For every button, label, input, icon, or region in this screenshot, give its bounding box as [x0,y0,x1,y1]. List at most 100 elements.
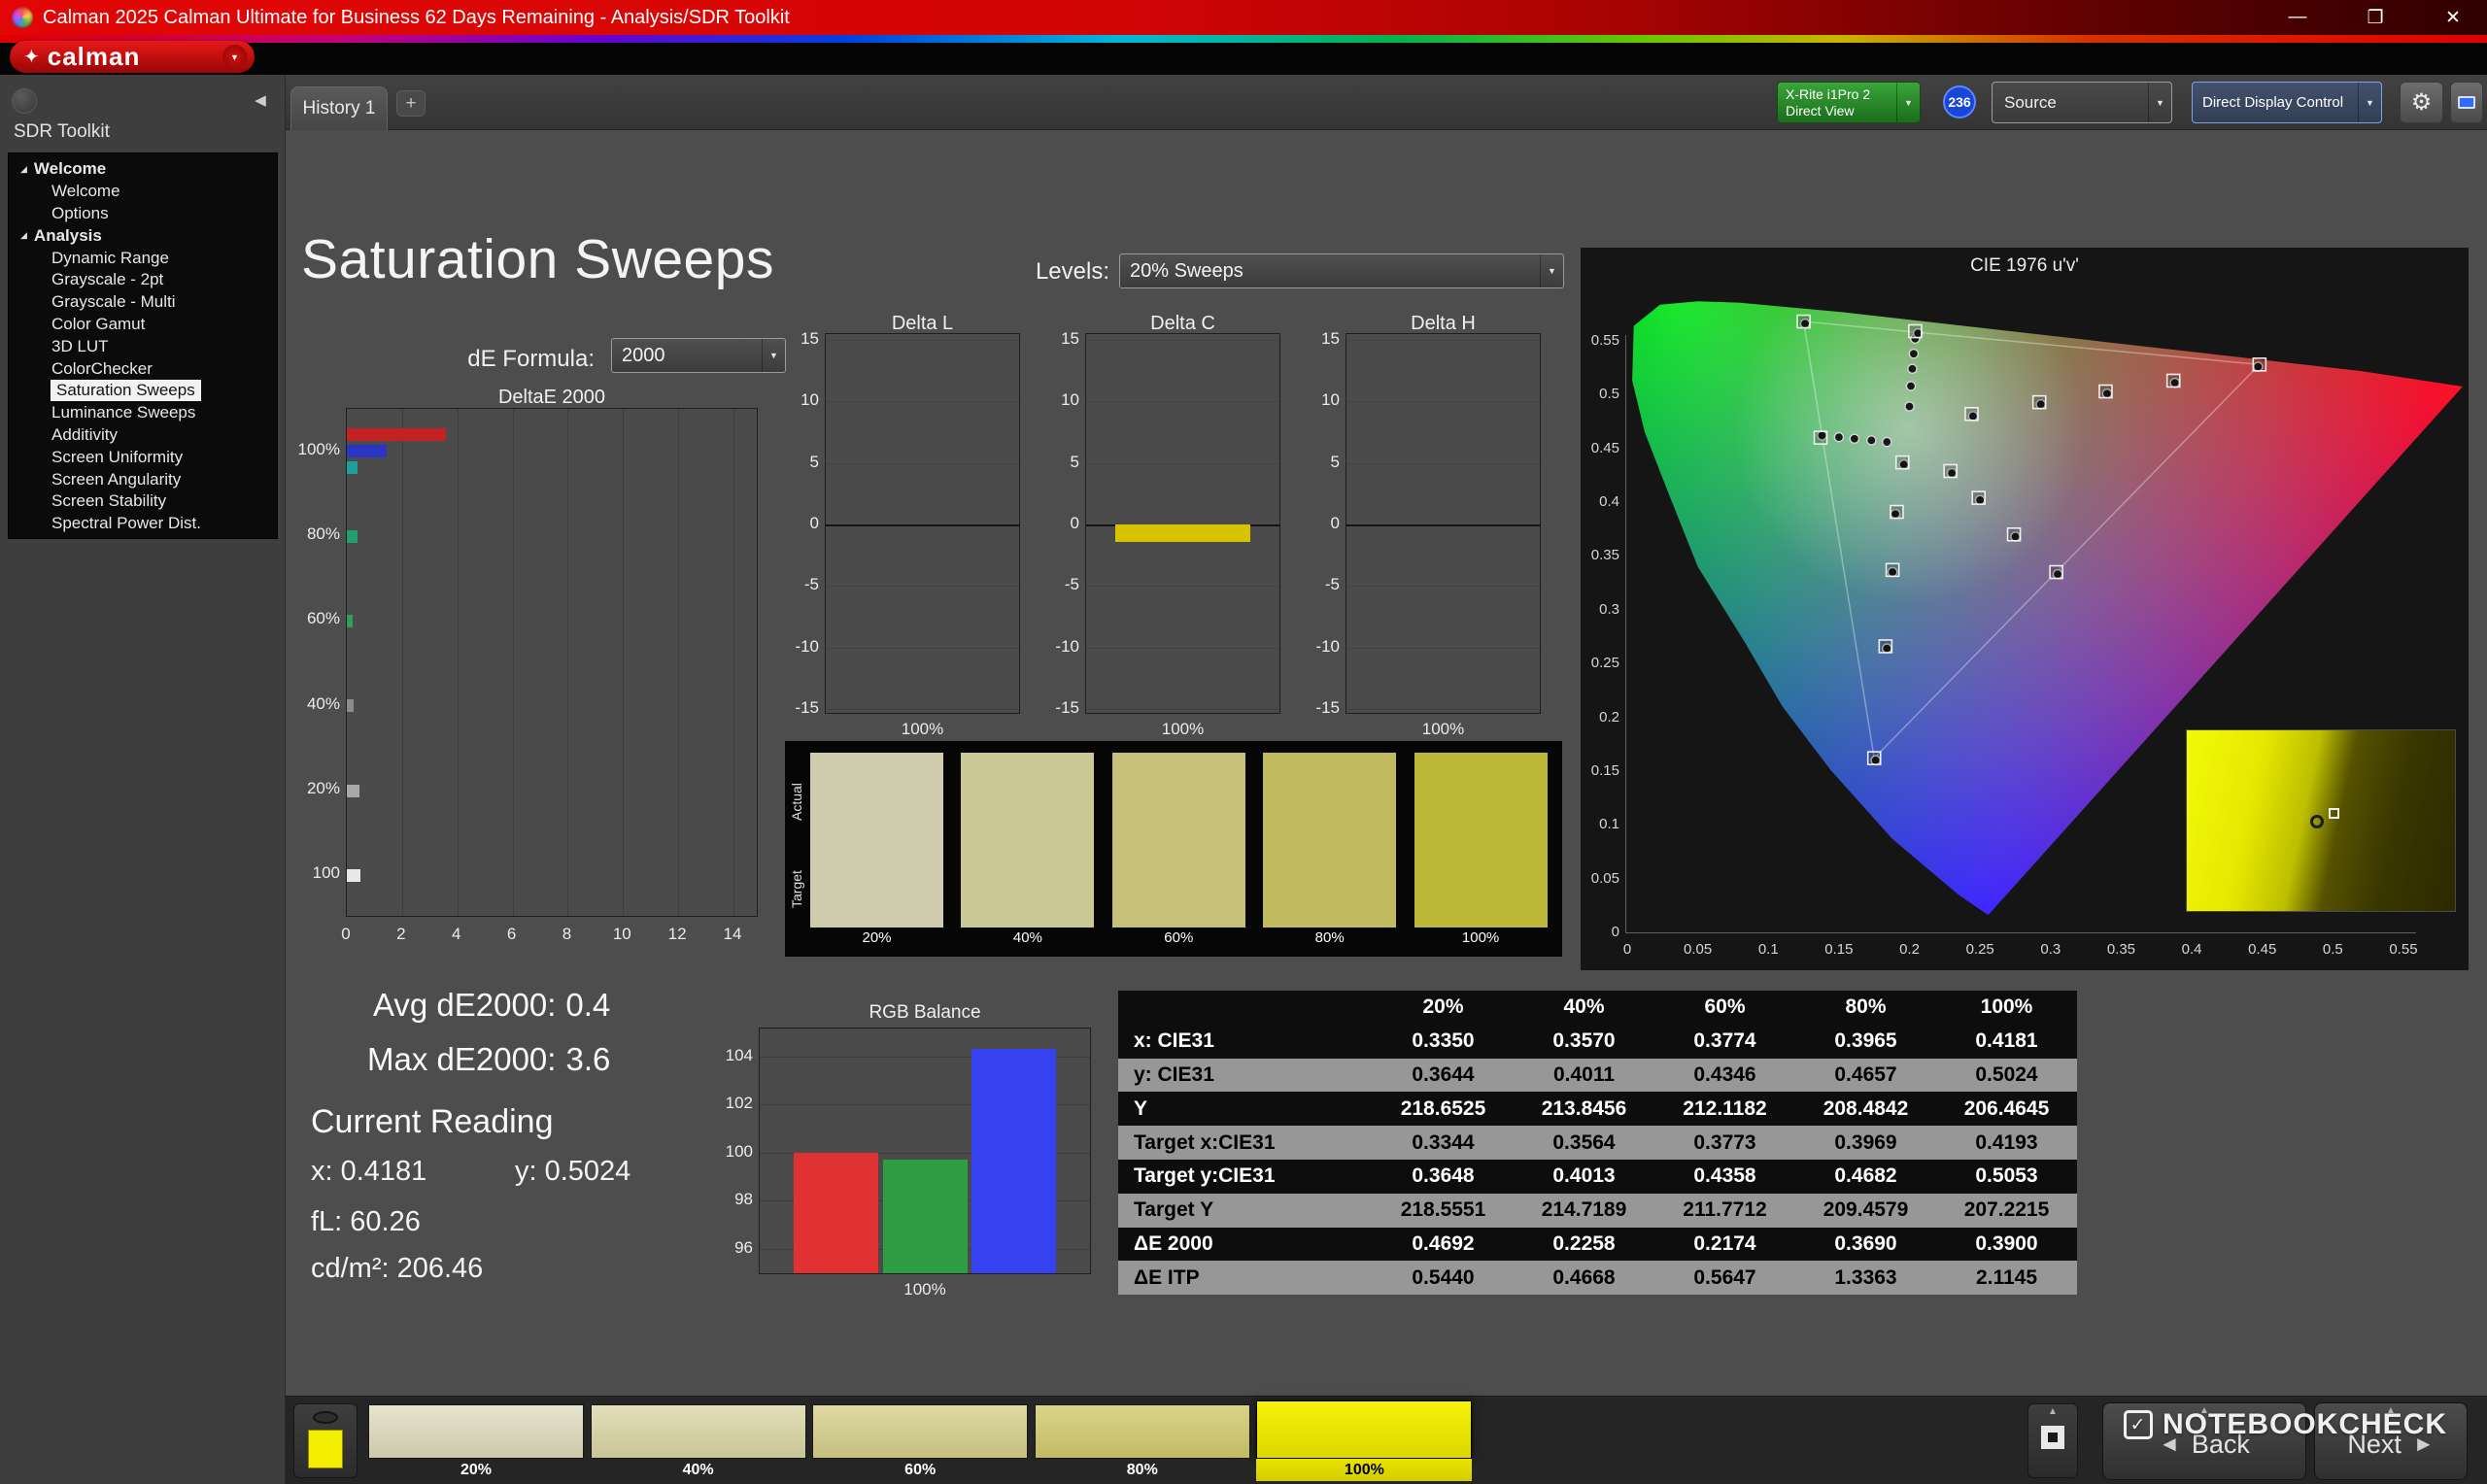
sidebar-item-grayscale-multi[interactable]: Grayscale - Multi [9,291,277,314]
y-tick-label: 80% [306,524,340,543]
delta-c-title: Delta C [1150,313,1215,334]
source-dropdown[interactable]: Source ▼ [1992,82,2172,123]
table-cell: 212.1182 [1654,1092,1795,1127]
calman-logo[interactable]: ✦ calman ▼ [10,41,255,73]
pattern-tile-swatch [1034,1404,1250,1459]
page-title: Saturation Sweeps [301,228,774,290]
minimize-button[interactable]: — [2277,7,2318,28]
table-cell: 206.4645 [1936,1092,2077,1127]
y-tick-label: 15 [801,328,819,348]
current-pattern-button[interactable] [293,1403,358,1478]
sidebar-item-welcome[interactable]: Welcome [9,181,277,203]
sidebar-item-label: Spectral Power Dist. [51,514,201,533]
sidebar-item-luminance-sweeps[interactable]: Luminance Sweeps [9,402,277,424]
de-formula-dropdown[interactable]: 2000 ▼ [611,338,786,373]
pattern-window-button[interactable]: ▲ [2027,1403,2078,1478]
sidebar-item-label: Screen Angularity [51,469,182,489]
sidebar-item-screen-stability[interactable]: Screen Stability [9,490,277,513]
pattern-tile-80%[interactable]: 80% [1034,1404,1250,1481]
monitor-icon [2458,96,2475,109]
sidebar-item-label: ColorChecker [51,358,153,378]
y-tick-label: 100 [725,1141,753,1161]
pattern-tile-40%[interactable]: 40% [590,1404,806,1481]
watermark-check-icon: ✓ [2124,1410,2153,1439]
cie-measurement-point [1908,348,1920,359]
chevron-down-icon[interactable]: ▼ [2358,83,2381,122]
delta-l-title: Delta L [891,313,954,334]
chevron-down-icon[interactable]: ▼ [1540,254,1563,287]
logo-menu-button[interactable]: ▼ [222,45,247,69]
gear-icon: ⚙ [2410,89,2433,116]
sidebar-item-color-gamut[interactable]: Color Gamut [9,314,277,336]
cie-target-marker [2098,384,2113,399]
sidebar-item-grayscale-2pt[interactable]: Grayscale - 2pt [9,269,277,291]
sidebar-item-screen-angularity[interactable]: Screen Angularity [9,468,277,490]
meter-dropdown[interactable]: X-Rite i1Pro 2 Direct View ▼ [1777,82,1921,123]
pattern-tile-20%[interactable]: 20% [368,1404,584,1481]
sidebar-item-spectral-power-dist[interactable]: Spectral Power Dist. [9,513,277,535]
sidebar-item-colorchecker[interactable]: ColorChecker [9,357,277,380]
max-de-label: Max dE2000: [367,1041,557,1077]
bar [1114,524,1251,542]
chevron-down-icon[interactable]: ▼ [2148,83,2171,122]
table-cell: 218.6525 [1373,1092,1514,1127]
settings-button[interactable]: ⚙ [2400,82,2443,123]
meter-label: X-Rite i1Pro 2 Direct View [1778,83,1896,122]
maximize-button[interactable]: ❐ [2355,7,2396,29]
sidebar-collapse-button[interactable]: ◀ [245,86,276,116]
saturation-swatch [961,753,1095,928]
x-tick-label: 14 [723,925,742,943]
table-cell: 0.3773 [1654,1126,1795,1160]
table-cell: 0.3690 [1795,1227,1936,1262]
y-tick-label: -10 [1315,636,1340,656]
pattern-eye-icon [313,1411,338,1424]
pattern-tile-60%[interactable]: 60% [812,1404,1029,1481]
display-button[interactable] [2450,82,2483,123]
pattern-tile-100%[interactable]: 100% [1256,1400,1473,1481]
bar [794,1152,878,1273]
cie-target-marker [2165,373,2181,388]
levels-label: Levels: [1035,258,1109,285]
tree-expander-icon[interactable]: ◢ [20,230,27,241]
y-tick-label: -15 [795,698,819,718]
y-tick-label: 0.4 [1599,493,1619,511]
display-control-dropdown[interactable]: Direct Display Control ▼ [2192,82,2382,123]
table-cell: 209.4579 [1795,1193,1936,1228]
gridline [1086,586,1279,588]
sidebar-item-3d-lut[interactable]: 3D LUT [9,335,277,357]
chevron-down-icon[interactable]: ▼ [1896,83,1920,122]
y-tick-label: -15 [1315,698,1340,718]
y-tick-label: 10 [1061,390,1079,410]
gridline [1346,647,1540,649]
sidebar-item-analysis[interactable]: ◢ Analysis [9,224,277,247]
sidebar-item-saturation-sweeps[interactable]: Saturation Sweeps [9,380,277,402]
y-tick-label: 100 [312,863,340,883]
table-cell: 214.7189 [1514,1193,1654,1228]
add-tab-button[interactable]: + [396,90,426,117]
toolkit-title: SDR Toolkit [14,121,110,142]
current-x-value: x: 0.4181 [311,1156,427,1187]
cie-target-marker [1866,751,1882,765]
y-tick-label: 0.15 [1590,761,1619,779]
cie-target-marker [1890,504,1904,520]
levels-dropdown[interactable]: 20% Sweeps ▼ [1119,253,1564,288]
sidebar-item-options[interactable]: Options [9,203,277,225]
gridline [1086,339,1279,341]
close-button[interactable]: ✕ [2433,7,2473,29]
table-cell: 208.4842 [1795,1092,1936,1127]
bar [347,445,388,458]
sidebar-item-additivity[interactable]: Additivity [9,424,277,447]
gridline [826,524,1019,526]
y-tick-label: -15 [1055,698,1079,718]
sidebar-item-screen-uniformity[interactable]: Screen Uniformity [9,446,277,468]
reading-count-badge: 236 [1943,85,1976,118]
cie-measurement-point [1849,433,1860,445]
sidebar-item-welcome[interactable]: ◢ Welcome [9,158,277,181]
tree-expander-icon[interactable]: ◢ [20,164,27,175]
workflow-home-icon[interactable] [12,88,37,114]
x-tick-label: 10 [612,925,631,943]
tab-history-1[interactable]: History 1 [290,86,388,130]
sidebar-item-dynamic-range[interactable]: Dynamic Range [9,247,277,269]
table-cell: 0.5440 [1373,1261,1514,1296]
gridline [733,409,734,916]
